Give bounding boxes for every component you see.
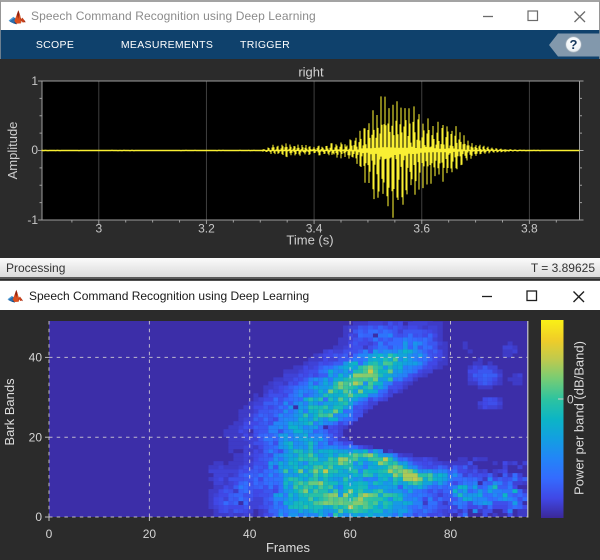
svg-text:1: 1 [31, 74, 38, 88]
svg-text:3.2: 3.2 [198, 222, 215, 236]
svg-text:Bark Bands: Bark Bands [2, 378, 17, 446]
svg-text:0: 0 [31, 143, 38, 157]
svg-text:3.6: 3.6 [413, 222, 430, 236]
svg-text:0: 0 [46, 527, 53, 541]
svg-text:Amplitude: Amplitude [5, 122, 20, 180]
svg-text:Power per band (dB/Band): Power per band (dB/Band) [572, 341, 587, 495]
svg-text:20: 20 [29, 430, 43, 444]
svg-text:20: 20 [143, 527, 157, 541]
svg-text:3.8: 3.8 [521, 222, 538, 236]
svg-text:Time (s): Time (s) [286, 233, 333, 248]
svg-text:right: right [298, 65, 324, 80]
svg-text:60: 60 [343, 527, 357, 541]
svg-text:?: ? [570, 37, 578, 52]
svg-text:40: 40 [243, 527, 257, 541]
svg-text:40: 40 [29, 351, 43, 365]
svg-text:3: 3 [95, 222, 102, 236]
svg-text:80: 80 [444, 527, 458, 541]
svg-text:Frames: Frames [266, 540, 311, 555]
svg-text:0: 0 [35, 510, 42, 524]
svg-text:-1: -1 [27, 213, 38, 227]
